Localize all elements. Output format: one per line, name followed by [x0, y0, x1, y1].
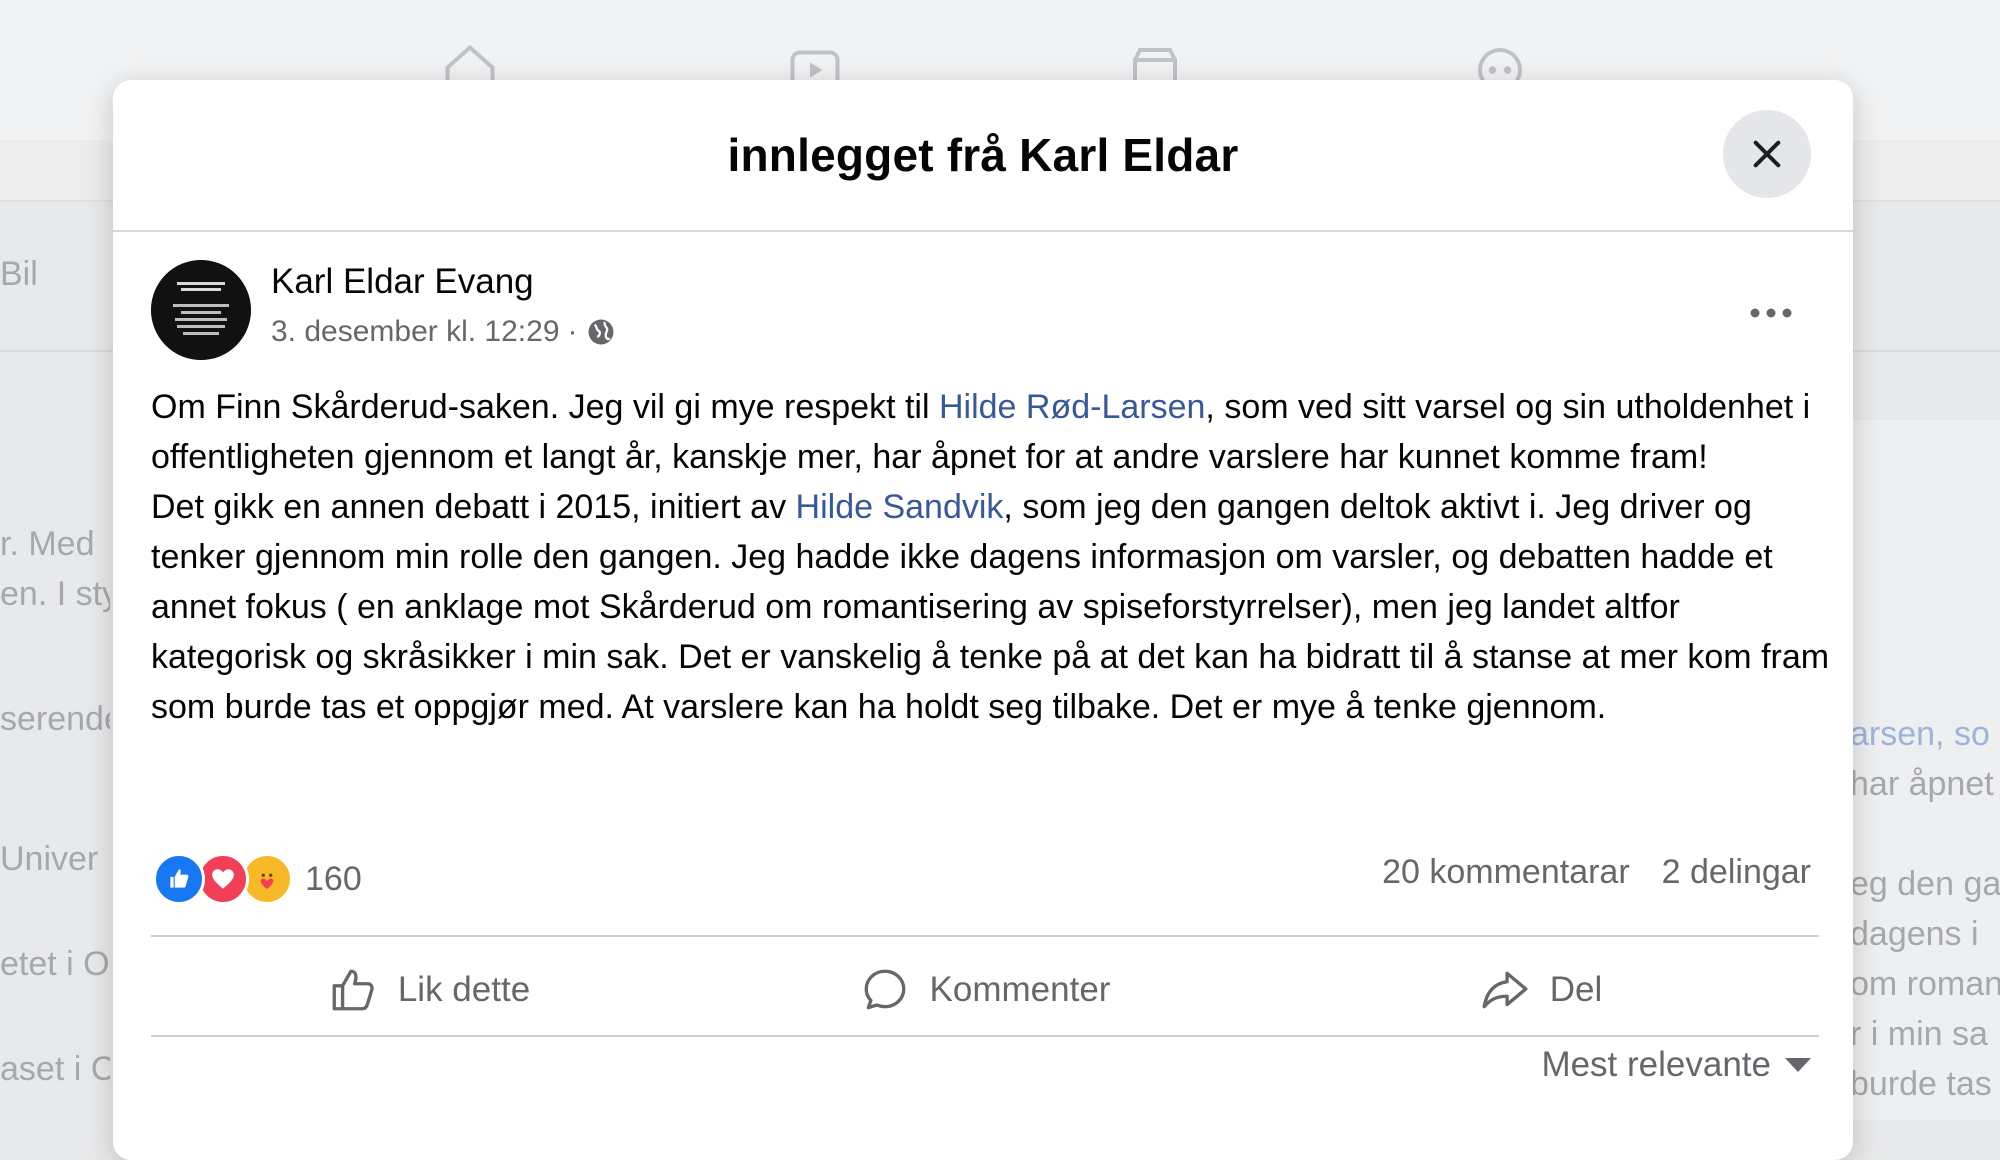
- background-text: Bil: [0, 255, 38, 293]
- comment-label: Kommenter: [929, 970, 1111, 1009]
- share-label: Del: [1549, 970, 1603, 1009]
- like-button[interactable]: Lik dette: [151, 940, 707, 1040]
- background-text: en. I sty: [0, 575, 110, 613]
- reactions-summary[interactable]: 160: [153, 853, 362, 905]
- comment-icon: [864, 969, 905, 1010]
- mention-link[interactable]: Hilde Sandvik: [796, 488, 1004, 526]
- like-reaction-icon: [153, 853, 205, 905]
- post-stats: 20 kommentarar 2 delingar: [1382, 853, 1811, 892]
- dialog-title: innlegget frå Karl Eldar: [727, 129, 1239, 181]
- background-text: r i min sa: [1850, 1015, 1988, 1053]
- author-avatar[interactable]: [151, 260, 251, 360]
- background-text: aset i C: [0, 1050, 110, 1088]
- reaction-count: 160: [305, 859, 362, 898]
- share-icon: [1482, 971, 1528, 1009]
- background-text: eg den ga: [1850, 865, 2000, 903]
- post-dialog: innlegget frå Karl Eldar Karl Eldar Evan…: [113, 80, 1853, 1160]
- background-text: har åpnet: [1850, 765, 1994, 803]
- background-text: etet i O: [0, 945, 110, 983]
- author-name[interactable]: Karl Eldar Evang: [271, 262, 534, 302]
- post-text-segment: Om Finn Skårderud-saken. Jeg vil gi mye …: [151, 388, 939, 426]
- mention-link[interactable]: Hilde Rød-Larsen: [939, 388, 1205, 426]
- divider: [151, 1035, 1819, 1037]
- post-timestamp[interactable]: 3. desember kl. 12:29: [271, 315, 560, 349]
- background-text: Univer: [0, 840, 99, 878]
- sort-label: Mest relevante: [1541, 1045, 1771, 1084]
- ellipsis-icon: [1750, 308, 1792, 318]
- globe-icon: [588, 319, 614, 345]
- post-meta: 3. desember kl. 12:29 ·: [271, 315, 616, 349]
- post-text: Om Finn Skårderud-saken. Jeg vil gi mye …: [151, 382, 1831, 732]
- background-text: arsen, so: [1850, 715, 1990, 753]
- share-button[interactable]: Del: [1263, 940, 1819, 1040]
- shares-count-link[interactable]: 2 delingar: [1662, 853, 1811, 892]
- avatar-image: [151, 260, 251, 360]
- background-text: r. Med: [0, 525, 95, 563]
- close-button[interactable]: [1723, 110, 1811, 198]
- post-paragraph: Om Finn Skårderud-saken. Jeg vil gi mye …: [151, 382, 1831, 482]
- post-text-segment: Det gikk en annen debatt i 2015, initier…: [151, 488, 796, 526]
- comments-count-link[interactable]: 20 kommentarar: [1382, 853, 1630, 892]
- caret-down-icon: [1785, 1058, 1811, 1072]
- background-text: dagens i: [1850, 915, 1979, 953]
- meta-separator: ·: [567, 315, 578, 348]
- like-label: Lik dette: [397, 970, 531, 1009]
- thumbs-up-icon: [332, 969, 374, 1011]
- comment-sort-dropdown[interactable]: Mest relevante: [1541, 1045, 1811, 1085]
- post-action-bar: Lik dette Kommenter Del: [151, 940, 1819, 1040]
- background-text: serende: [0, 700, 110, 738]
- divider: [151, 935, 1819, 937]
- background-text: burde tas: [1850, 1065, 1992, 1103]
- more-options-button[interactable]: [1738, 280, 1804, 346]
- post-paragraph: Det gikk en annen debatt i 2015, initier…: [151, 482, 1831, 732]
- dialog-header: innlegget frå Karl Eldar: [113, 80, 1853, 232]
- background-text: om roman: [1850, 965, 2000, 1003]
- close-icon: [1753, 140, 1781, 168]
- comment-button[interactable]: Kommenter: [707, 940, 1263, 1040]
